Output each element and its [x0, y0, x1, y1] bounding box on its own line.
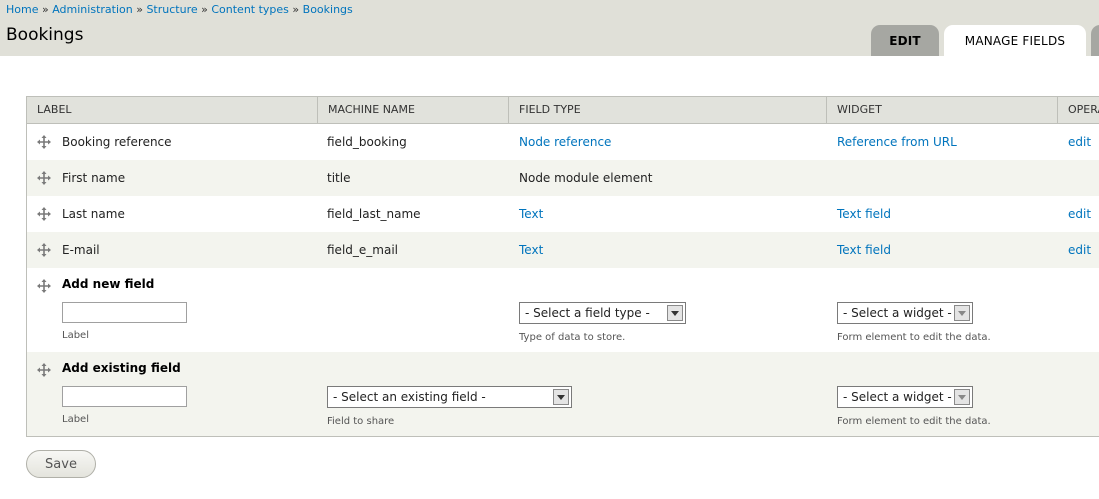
- breadcrumb-structure[interactable]: Structure: [146, 3, 197, 16]
- chevron-down-icon: [954, 305, 970, 321]
- add-new-field-title: Add new field: [62, 277, 155, 291]
- edit-link[interactable]: edit: [1068, 124, 1091, 160]
- breadcrumb-separator: »: [292, 3, 300, 16]
- widget-link[interactable]: Text field: [837, 232, 891, 268]
- drag-handle-icon[interactable]: [37, 363, 51, 377]
- field-machine-name: title: [327, 171, 351, 185]
- new-field-widget-select-value: - Select a widget -: [843, 306, 952, 320]
- new-field-widget-select[interactable]: - Select a widget -: [837, 302, 973, 324]
- existing-field-widget-select[interactable]: - Select a widget -: [837, 386, 973, 408]
- existing-field-select[interactable]: - Select an existing field -: [327, 386, 572, 408]
- header-field-type: FIELD TYPE: [508, 97, 826, 123]
- add-existing-field-row: Add existing field Label - Select an exi…: [27, 352, 1099, 436]
- existing-field-desc: Field to share: [327, 416, 395, 427]
- new-field-label-desc: Label: [62, 330, 89, 341]
- breadcrumb-home[interactable]: Home: [6, 3, 38, 16]
- field-type-text: Node module element: [519, 171, 653, 185]
- chevron-down-icon: [553, 389, 569, 405]
- fields-table: LABEL MACHINE NAME FIELD TYPE WIDGET OPE…: [26, 96, 1099, 437]
- field-type-desc: Type of data to store.: [519, 332, 626, 343]
- breadcrumb-separator: »: [41, 3, 49, 16]
- drag-handle-icon[interactable]: [37, 135, 51, 149]
- existing-field-widget-select-value: - Select a widget -: [843, 390, 952, 404]
- new-field-widget-desc: Form element to edit the data.: [837, 332, 991, 343]
- page-header: Home » Administration » Structure » Cont…: [0, 0, 1099, 56]
- field-machine-name: field_last_name: [327, 207, 421, 221]
- breadcrumb-administration[interactable]: Administration: [52, 3, 133, 16]
- header-label: LABEL: [37, 103, 72, 116]
- table-row: Booking reference field_booking Node ref…: [27, 124, 1099, 160]
- chevron-down-icon: [667, 305, 683, 321]
- table-row: Last name field_last_name Text Text fiel…: [27, 196, 1099, 232]
- drag-handle-icon[interactable]: [37, 279, 51, 293]
- tab-manage-fields[interactable]: MANAGE FIELDS: [944, 25, 1086, 56]
- page-title: Bookings: [6, 25, 84, 45]
- field-label: First name: [62, 171, 126, 185]
- header-operations: OPERATIONS: [1057, 97, 1099, 123]
- field-machine-name: field_booking: [327, 135, 407, 149]
- drag-handle-icon[interactable]: [37, 207, 51, 221]
- breadcrumb-content-types[interactable]: Content types: [211, 3, 289, 16]
- table-row: E-mail field_e_mail Text Text field edit: [27, 232, 1099, 268]
- existing-field-widget-desc: Form element to edit the data.: [837, 416, 991, 427]
- field-type-link[interactable]: Text: [519, 196, 543, 232]
- field-label: Last name: [62, 207, 125, 221]
- header-widget: WIDGET: [826, 97, 1057, 123]
- edit-link[interactable]: edit: [1068, 232, 1091, 268]
- field-label: Booking reference: [62, 135, 172, 149]
- breadcrumb-separator: »: [201, 3, 208, 16]
- existing-field-label-desc: Label: [62, 414, 89, 425]
- save-button[interactable]: Save: [26, 450, 96, 478]
- widget-link[interactable]: Reference from URL: [837, 124, 957, 160]
- header-machine-name: MACHINE NAME: [317, 97, 508, 123]
- existing-field-label-input[interactable]: [62, 386, 187, 407]
- tab-edit[interactable]: EDIT: [871, 25, 939, 56]
- chevron-down-icon: [954, 389, 970, 405]
- add-new-field-row: Add new field Label - Select a field typ…: [27, 268, 1099, 352]
- breadcrumb-bookings[interactable]: Bookings: [303, 3, 353, 16]
- breadcrumb: Home » Administration » Structure » Cont…: [6, 3, 353, 17]
- table-row: First name title Node module element: [27, 160, 1099, 196]
- table-header: LABEL MACHINE NAME FIELD TYPE WIDGET OPE…: [27, 97, 1099, 124]
- edit-link[interactable]: edit: [1068, 196, 1091, 232]
- existing-field-select-value: - Select an existing field -: [333, 390, 486, 404]
- add-existing-field-title: Add existing field: [62, 361, 181, 375]
- field-type-link[interactable]: Text: [519, 232, 543, 268]
- new-field-label-input[interactable]: [62, 302, 187, 323]
- drag-handle-icon[interactable]: [37, 171, 51, 185]
- field-label: E-mail: [62, 243, 100, 257]
- field-type-select-value: - Select a field type -: [525, 306, 650, 320]
- tab-overflow[interactable]: [1091, 25, 1099, 56]
- drag-handle-icon[interactable]: [37, 243, 51, 257]
- widget-link[interactable]: Text field: [837, 196, 891, 232]
- breadcrumb-separator: »: [136, 3, 143, 16]
- field-type-link[interactable]: Node reference: [519, 124, 611, 160]
- field-type-select[interactable]: - Select a field type -: [519, 302, 686, 324]
- field-machine-name: field_e_mail: [327, 243, 398, 257]
